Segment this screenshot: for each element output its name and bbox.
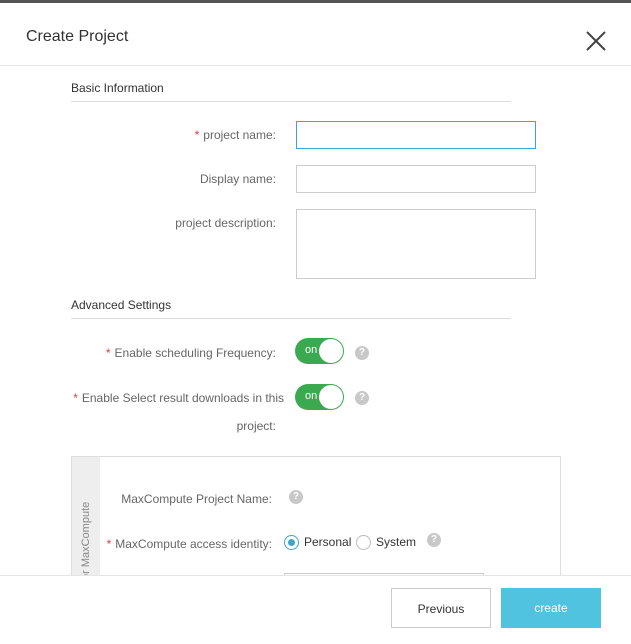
toggle-knob xyxy=(319,339,343,363)
advanced-settings-section-title: Advanced Settings xyxy=(71,298,172,312)
help-icon[interactable]: ? xyxy=(427,533,441,547)
section-divider xyxy=(71,101,511,102)
basic-info-section-title: Basic Information xyxy=(71,81,164,95)
dialog-body: Basic Information * project name: Display… xyxy=(0,67,631,575)
help-icon[interactable]: ? xyxy=(355,346,369,360)
system-radio[interactable] xyxy=(356,535,371,550)
project-name-label: * project name: xyxy=(194,128,276,142)
section-divider xyxy=(71,318,511,319)
dialog-title: Create Project xyxy=(26,28,129,45)
maxcompute-side-label: or MaxCompute xyxy=(80,501,92,575)
create-project-dialog: Create Project Basic Information * projec… xyxy=(0,0,631,644)
project-description-label: project description: xyxy=(175,216,276,230)
result-downloads-toggle[interactable]: on xyxy=(295,384,344,410)
previous-button[interactable]: Previous xyxy=(391,588,491,628)
project-description-textarea[interactable] xyxy=(296,209,536,279)
scheduling-frequency-label: * Enable scheduling Frequency: xyxy=(105,346,276,360)
display-name-label: Display name: xyxy=(199,172,276,186)
maxcompute-access-identity-label: * MaxCompute access identity: xyxy=(106,537,272,551)
scheduling-frequency-toggle[interactable]: on xyxy=(295,338,344,364)
personal-radio-label[interactable]: Personal xyxy=(304,535,351,549)
maxcompute-side-tab: or MaxCompute xyxy=(72,457,100,575)
required-asterisk: * xyxy=(105,346,111,360)
result-downloads-label: * Enable Select result downloads in this xyxy=(73,391,284,405)
toggle-knob xyxy=(319,385,343,409)
required-asterisk: * xyxy=(194,128,200,142)
toggle-state-label: on xyxy=(305,344,318,356)
maxcompute-project-name-label: MaxCompute Project Name: xyxy=(121,492,272,506)
maxcompute-settings-box: or MaxCompute MaxCompute Project Name: ?… xyxy=(71,456,561,575)
close-icon[interactable] xyxy=(583,28,609,54)
result-downloads-label-line2: project: xyxy=(236,419,276,433)
personal-radio[interactable] xyxy=(284,535,299,550)
project-name-input[interactable] xyxy=(296,121,536,149)
required-asterisk: * xyxy=(106,537,112,551)
create-button[interactable]: create xyxy=(501,588,601,628)
help-icon[interactable]: ? xyxy=(355,391,369,405)
dialog-header: Create Project xyxy=(0,6,631,66)
toggle-state-label: on xyxy=(305,390,318,402)
system-radio-label[interactable]: System xyxy=(376,535,416,549)
display-name-input[interactable] xyxy=(296,165,536,193)
required-asterisk: * xyxy=(73,391,78,405)
help-icon[interactable]: ? xyxy=(289,490,303,504)
dialog-footer: Previous create xyxy=(0,575,631,644)
